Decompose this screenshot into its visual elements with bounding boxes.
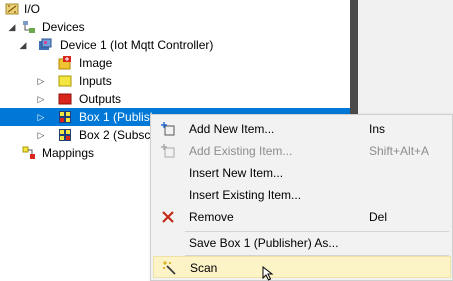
outputs-icon xyxy=(58,93,72,105)
collapse-arrow-icon[interactable]: ◢ xyxy=(18,36,28,54)
box-icon xyxy=(59,129,71,141)
expand-arrow-icon[interactable]: ▷ xyxy=(36,126,46,144)
tree-label-outputs: Outputs xyxy=(79,92,122,106)
tree-item-io[interactable]: I/O xyxy=(0,0,350,18)
devices-icon xyxy=(23,21,35,33)
tree-label-mappings: Mappings xyxy=(42,146,95,160)
tree-label-image: Image xyxy=(79,56,113,70)
mouse-cursor-icon xyxy=(262,266,274,281)
menu-insert-new-item[interactable]: Insert New Item... xyxy=(153,162,451,184)
menu-add-existing-item[interactable]: Add Existing Item... Shift+Alt+A xyxy=(153,140,451,162)
tree-item-outputs[interactable]: ▷ Outputs xyxy=(0,90,350,108)
menu-scan[interactable]: Scan xyxy=(153,256,451,278)
expand-arrow-icon[interactable]: ▷ xyxy=(36,90,46,108)
inputs-icon xyxy=(58,75,72,87)
context-menu: Add New Item... Ins Add Existing Item...… xyxy=(150,114,453,281)
tree-item-image[interactable]: Image xyxy=(0,54,350,72)
tree-item-inputs[interactable]: ▷ Inputs xyxy=(0,72,350,90)
image-icon xyxy=(58,56,71,70)
tree-label-device1: Device 1 (Iot Mqtt Controller) xyxy=(60,38,214,52)
tree-label-io: I/O xyxy=(24,2,41,16)
device-icon xyxy=(39,38,52,50)
menu-insert-existing-item[interactable]: Insert Existing Item... xyxy=(153,184,451,206)
tree-label-inputs: Inputs xyxy=(79,74,112,88)
expand-arrow-icon[interactable]: ▷ xyxy=(36,108,46,126)
mappings-icon xyxy=(22,146,35,159)
magic-wand-icon xyxy=(163,261,176,275)
menu-remove[interactable]: Remove Del xyxy=(153,206,451,228)
io-folder-icon xyxy=(5,3,19,15)
tree-item-device1[interactable]: ◢ Device 1 (Iot Mqtt Controller) xyxy=(0,36,350,54)
collapse-arrow-icon[interactable]: ◢ xyxy=(7,18,17,36)
add-new-item-icon xyxy=(161,122,175,136)
remove-icon xyxy=(162,211,174,223)
menu-save-as[interactable]: Save Box 1 (Publisher) As... xyxy=(153,232,451,254)
tree-item-devices[interactable]: ◢ Devices xyxy=(0,18,350,36)
box-icon xyxy=(59,111,71,123)
tree-label-devices: Devices xyxy=(42,20,85,34)
add-existing-item-icon xyxy=(161,144,175,158)
tree-label-box2: Box 2 (Subscr xyxy=(79,128,155,142)
menu-add-new-item[interactable]: Add New Item... Ins xyxy=(153,118,451,140)
expand-arrow-icon[interactable]: ▷ xyxy=(36,72,46,90)
